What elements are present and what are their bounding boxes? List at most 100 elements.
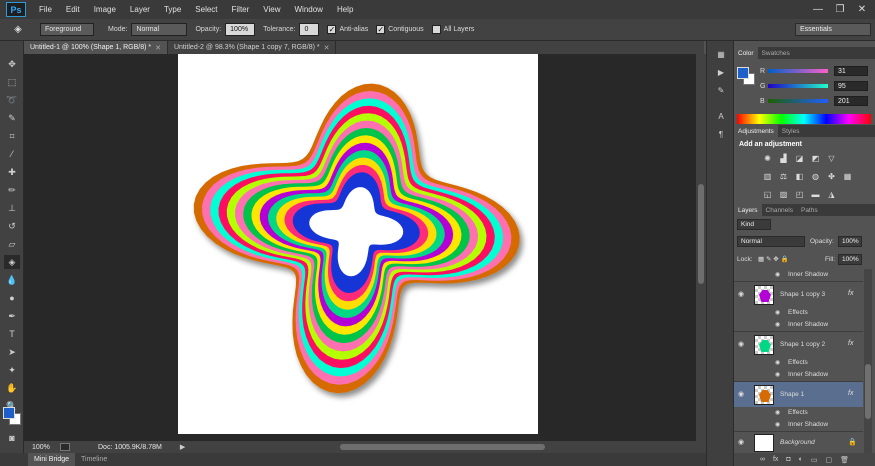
dodge-tool-icon[interactable]: ● — [4, 291, 20, 305]
black-white-icon[interactable]: ◧ — [794, 171, 805, 181]
effect-row[interactable]: ◉ Inner Shadow — [734, 419, 863, 431]
add-style-icon[interactable]: fx — [773, 456, 778, 463]
eye-icon[interactable]: ◉ — [775, 321, 780, 328]
status-arrow-icon[interactable]: ▶ — [180, 443, 185, 451]
eye-icon[interactable]: ◉ — [738, 290, 747, 298]
blue-value-input[interactable]: 201 — [834, 96, 868, 106]
blue-slider[interactable] — [768, 99, 828, 103]
green-value-input[interactable]: 95 — [834, 81, 868, 91]
clone-stamp-tool-icon[interactable]: ⊥ — [4, 201, 20, 215]
custom-shape-tool-icon[interactable]: ✦ — [4, 363, 20, 377]
eye-icon[interactable]: ◉ — [738, 340, 747, 348]
eye-icon[interactable]: ◉ — [775, 309, 780, 316]
move-tool-icon[interactable]: ✥ — [4, 57, 20, 71]
fx-icon[interactable]: fx — [848, 340, 853, 347]
color-panel-fg-swatch[interactable] — [737, 67, 749, 79]
menu-help[interactable]: Help — [330, 5, 360, 14]
layer-filter-select[interactable]: Kind — [737, 219, 771, 230]
red-value-input[interactable]: 31 — [834, 66, 868, 76]
zoom-level[interactable]: 100% — [32, 444, 56, 451]
fill-source-select[interactable]: Foreground — [40, 23, 94, 36]
fill-input[interactable]: 100% — [838, 254, 862, 265]
menu-select[interactable]: Select — [188, 5, 224, 14]
history-icon[interactable]: ▦ — [716, 49, 726, 59]
foreground-color-swatch[interactable] — [3, 407, 15, 419]
blend-mode-select[interactable]: Normal — [737, 236, 805, 247]
effect-row[interactable]: ◉ Inner Shadow — [734, 369, 863, 381]
eye-icon[interactable]: ◉ — [775, 409, 780, 416]
brightness-icon[interactable]: ✺ — [762, 153, 773, 163]
crop-tool-icon[interactable]: ⌗ — [4, 129, 20, 143]
layer-row-selected[interactable]: ◉ Shape 1 fx — [734, 381, 863, 407]
paragraph-icon[interactable]: ¶ — [716, 129, 726, 139]
menu-edit[interactable]: Edit — [59, 5, 87, 14]
posterize-icon[interactable]: ▨ — [778, 189, 789, 199]
levels-icon[interactable]: ▟ — [778, 153, 789, 163]
link-layers-icon[interactable]: ∞ — [760, 456, 765, 463]
close-tab-icon[interactable]: ✕ — [324, 44, 330, 52]
brush-presets-icon[interactable]: ✎ — [716, 85, 726, 95]
eye-icon[interactable]: ◉ — [738, 438, 747, 446]
eye-icon[interactable]: ◉ — [775, 359, 780, 366]
healing-brush-tool-icon[interactable]: ✚ — [4, 165, 20, 179]
layer-row[interactable]: ◉ Shape 1 copy 2 fx — [734, 331, 863, 357]
tab-timeline[interactable]: Timeline — [75, 453, 113, 466]
menu-image[interactable]: Image — [87, 5, 123, 14]
contiguous-checkbox[interactable]: ✓ — [376, 25, 386, 34]
fx-icon[interactable]: fx — [848, 390, 853, 397]
marquee-tool-icon[interactable]: ⬚ — [4, 75, 20, 89]
layers-scroll-thumb[interactable] — [865, 364, 871, 419]
eraser-tool-icon[interactable]: ▱ — [4, 237, 20, 251]
brush-tool-icon[interactable]: ✏ — [4, 183, 20, 197]
threshold-icon[interactable]: ◰ — [794, 189, 805, 199]
menu-layer[interactable]: Layer — [123, 5, 157, 14]
minimize-button[interactable]: — — [809, 2, 827, 16]
doc-tab-untitled-1[interactable]: Untitled-1 @ 100% (Shape 1, RGB/8) * ✕ — [24, 41, 168, 54]
close-button[interactable]: ✕ — [853, 2, 871, 16]
layer-row[interactable]: ◉ Shape 1 copy 3 fx — [734, 281, 863, 307]
selective-color-icon[interactable]: ◮ — [826, 189, 837, 199]
gradient-map-icon[interactable]: ▬ — [810, 189, 821, 199]
type-tool-icon[interactable]: T — [4, 327, 20, 341]
lock-icons[interactable]: ▦ ✎ ✥ 🔒 — [758, 255, 789, 263]
delete-layer-icon[interactable]: 🗑 — [840, 456, 849, 464]
color-lookup-icon[interactable]: ▦ — [842, 171, 853, 181]
paint-bucket-tool-icon[interactable]: ◈ — [4, 255, 20, 269]
eye-icon[interactable]: ◉ — [775, 371, 780, 378]
curves-icon[interactable]: ◪ — [794, 153, 805, 163]
fx-icon[interactable]: fx — [848, 290, 853, 297]
tab-mini-bridge[interactable]: Mini Bridge — [28, 453, 76, 466]
photo-filter-icon[interactable]: ◍ — [810, 171, 821, 181]
tolerance-input[interactable]: 0 — [299, 23, 320, 36]
new-adjustment-icon[interactable]: ◐ — [799, 456, 803, 463]
new-layer-icon[interactable]: ▢ — [826, 456, 833, 464]
eye-icon[interactable]: ◉ — [738, 390, 747, 398]
paint-bucket-tool-preset-icon[interactable]: ◈ — [10, 23, 26, 37]
menu-window[interactable]: Window — [288, 5, 330, 14]
menu-type[interactable]: Type — [157, 5, 188, 14]
effects-row[interactable]: ◉ Effects — [734, 407, 863, 419]
layer-row-background[interactable]: ◉ Background 🔒 — [734, 431, 863, 453]
menu-filter[interactable]: Filter — [225, 5, 257, 14]
red-slider[interactable] — [768, 69, 828, 73]
layers-scrollbar[interactable] — [864, 269, 872, 453]
status-menu-icon[interactable] — [60, 443, 70, 451]
path-selection-tool-icon[interactable]: ➤ — [4, 345, 20, 359]
effects-row[interactable]: ◉ Effects — [734, 307, 863, 319]
vertical-scrollbar[interactable] — [696, 54, 706, 441]
color-balance-icon[interactable]: ⚖ — [778, 171, 789, 181]
channel-mixer-icon[interactable]: ✤ — [826, 171, 837, 181]
effect-row[interactable]: ◉ Inner Shadow — [734, 269, 863, 281]
color-spectrum[interactable] — [737, 114, 871, 124]
history-brush-tool-icon[interactable]: ↺ — [4, 219, 20, 233]
menu-view[interactable]: View — [256, 5, 287, 14]
restore-button[interactable]: ❐ — [831, 2, 849, 16]
character-icon[interactable]: A — [716, 111, 726, 121]
eye-icon[interactable]: ◉ — [775, 421, 780, 428]
invert-icon[interactable]: ◱ — [762, 189, 773, 199]
effects-row[interactable]: ◉ Effects — [734, 357, 863, 369]
new-group-icon[interactable]: ▭ — [811, 456, 818, 464]
exposure-icon[interactable]: ◩ — [810, 153, 821, 163]
lasso-tool-icon[interactable]: ➰ — [4, 93, 20, 107]
eye-icon[interactable]: ◉ — [775, 271, 780, 278]
